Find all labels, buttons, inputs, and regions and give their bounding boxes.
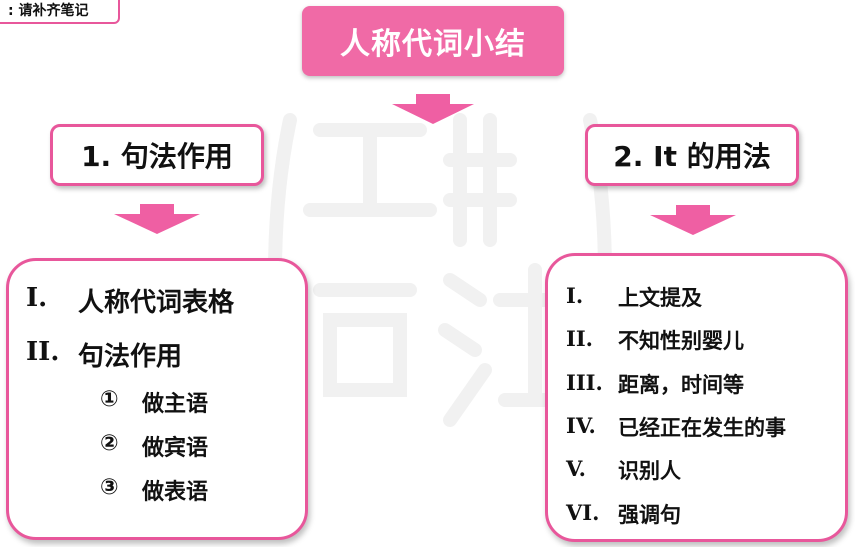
sub-item-number: ① (100, 387, 119, 412)
note-tag: : 请补齐笔记 (0, 0, 120, 24)
list-item-label: 人称代词表格 (78, 288, 235, 318)
arrow-down-icon (650, 205, 736, 235)
sub-item-number: ② (100, 431, 119, 456)
list-item-number: I. (566, 283, 584, 308)
list-item-number: V. (566, 456, 586, 481)
list-item-number: III. (566, 370, 603, 395)
list-item-label: 距离，时间等 (618, 373, 744, 397)
sub-item-label: 做宾语 (142, 436, 209, 461)
heading-it-usage: 2. It 的用法 (585, 124, 799, 186)
list-item-number: IV. (566, 413, 596, 438)
list-item-number: II. (26, 337, 60, 367)
list-item-label: 已经正在发生的事 (618, 416, 786, 440)
list-item-label: 不知性别婴儿 (618, 329, 744, 353)
list-item-label: 上文提及 (618, 286, 702, 310)
list-item-number: VI. (566, 500, 600, 525)
list-item-number: I. (26, 283, 48, 313)
list-item-number: II. (566, 326, 593, 351)
heading-syntax-function: 1. 句法作用 (50, 124, 264, 186)
diagram-title: 人称代词小结 (302, 6, 564, 76)
sub-item-label: 做表语 (142, 480, 209, 505)
list-item-label: 强调句 (618, 503, 681, 527)
sub-item-label: 做主语 (142, 392, 209, 417)
list-item-label: 句法作用 (78, 342, 183, 372)
sub-item-number: ③ (100, 475, 119, 500)
arrow-down-icon (114, 204, 200, 234)
list-item-label: 识别人 (618, 459, 681, 483)
arrow-down-icon (392, 94, 474, 124)
